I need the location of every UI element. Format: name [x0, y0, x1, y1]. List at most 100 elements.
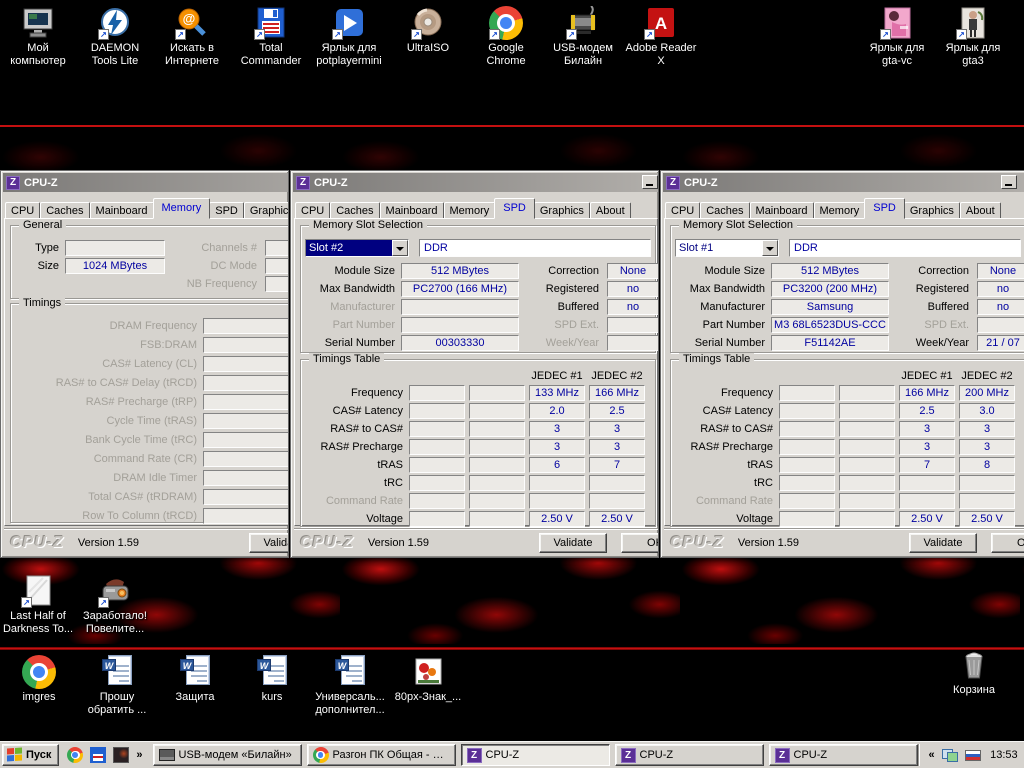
tab-spd[interactable]: SPD: [494, 198, 535, 219]
tab-mainboard[interactable]: Mainboard: [90, 202, 154, 219]
chevron-down-icon[interactable]: [392, 240, 408, 256]
tab-spd[interactable]: SPD: [209, 202, 244, 219]
slot-select-dropdown[interactable]: Slot #1: [675, 239, 779, 257]
word-document-icon: W: [100, 655, 134, 689]
desktop-icon-last-half-of-darkness[interactable]: ↗ Last Half of Darkness To...: [0, 574, 76, 636]
image-file-icon: [411, 655, 445, 689]
channels-label: Channels #: [171, 242, 257, 254]
taskbar-button-usb-modem[interactable]: USB-модем «Билайн»: [153, 744, 302, 766]
group-label: Memory Slot Selection: [679, 219, 797, 231]
desktop-icon-google-chrome[interactable]: ↗ Google Chrome: [468, 6, 544, 68]
tab-memory[interactable]: Memory: [153, 198, 211, 219]
minimize-button[interactable]: [1001, 175, 1017, 189]
quicklaunch-chrome-icon[interactable]: [67, 747, 83, 763]
tab-about[interactable]: About: [960, 202, 1001, 219]
tab-mainboard[interactable]: Mainboard: [750, 202, 814, 219]
chrome-icon: ↗: [489, 6, 523, 40]
timing-field: [203, 394, 289, 410]
desktop-icon-80px-znak[interactable]: 80px-Знак_...: [390, 655, 466, 704]
timing-field: [203, 489, 289, 505]
tab-mainboard[interactable]: Mainboard: [380, 202, 444, 219]
desktop-icon-usb-modem[interactable]: ↗ USB-модем Билайн: [545, 6, 621, 68]
search-internet-icon: @ ↗: [175, 6, 209, 40]
desktop-icon-universalnyi[interactable]: W Универсаль... дополнител...: [312, 655, 388, 717]
window-title: CPU-Z: [684, 177, 718, 189]
titlebar[interactable]: Z CPU-Z: [293, 173, 659, 192]
part-number-field: M3 68L6523DUS-CCC: [771, 317, 889, 333]
task-buttons: USB-модем «Билайн» Разгон ПК Общая - Go.…: [153, 744, 918, 766]
tab-bar: CPU Caches Mainboard Memory SPD Graphics: [5, 200, 289, 219]
tab-caches[interactable]: Caches: [700, 202, 749, 219]
timings-group: Timings DRAM Frequency FSB:DRAM CAS# Lat…: [10, 303, 289, 523]
desktop-icon-my-computer[interactable]: Мой компьютер: [0, 6, 76, 68]
desktop-icon-gta3[interactable]: ↗ Ярлык для gta3: [935, 6, 1011, 68]
part-number-field: [401, 317, 519, 333]
version-text: Version 1.59: [78, 537, 139, 549]
tab-memory[interactable]: Memory: [814, 202, 866, 219]
ok-button[interactable]: OK: [621, 533, 659, 553]
cpuz-app-icon: Z: [666, 176, 680, 190]
total-commander-icon: ↗: [254, 6, 288, 40]
taskbar-clock: 13:53: [988, 749, 1018, 761]
taskbar-button-cpuz-3[interactable]: Z CPU-Z: [769, 744, 918, 766]
language-indicator-ru-flag[interactable]: [965, 750, 981, 761]
tab-spd[interactable]: SPD: [864, 198, 905, 219]
desktop-icon-total-commander[interactable]: ↗ Total Commander: [233, 6, 309, 68]
desktop-icon-daemon-tools[interactable]: ↗ DAEMON Tools Lite: [77, 6, 153, 68]
start-button[interactable]: Пуск: [2, 744, 59, 766]
desktop-icon-search-internet[interactable]: @ ↗ Искать в Интернете: [154, 6, 230, 68]
desktop-icon-kurs[interactable]: W kurs: [234, 655, 310, 704]
tab-graphics[interactable]: Graphics: [904, 202, 960, 219]
slot-select-dropdown[interactable]: Slot #2: [305, 239, 409, 257]
tab-cpu[interactable]: CPU: [665, 202, 700, 219]
quicklaunch-image-icon[interactable]: [113, 747, 129, 763]
chrome-icon: [313, 747, 329, 763]
validate-button[interactable]: Validate: [249, 533, 289, 553]
desktop-icon-imgres[interactable]: imgres: [1, 655, 77, 704]
buffered-field: no: [977, 299, 1024, 315]
chevron-down-icon[interactable]: [762, 240, 778, 256]
tray-collapse-chevron[interactable]: «: [929, 749, 935, 761]
window-footer: CPU-Z Version 1.59 Validate OK: [664, 528, 1024, 556]
max-bandwidth-field: PC3200 (200 MHz): [771, 281, 889, 297]
desktop-icon-adobe-reader[interactable]: A ↗ Adobe Reader X: [623, 6, 699, 68]
quicklaunch-total-commander-icon[interactable]: [90, 747, 106, 763]
timings-table-group: Timings Table JEDEC #1JEDEC #2 Frequency…: [670, 359, 1024, 527]
daemon-tools-icon: ↗: [98, 6, 132, 40]
recycle-bin-icon: [957, 648, 991, 682]
ok-button[interactable]: OK: [991, 533, 1024, 553]
desktop-icon-recycle-bin[interactable]: Корзина: [936, 648, 1012, 697]
desktop-icon-gta-vc[interactable]: ↗ Ярлык для gta-vc: [859, 6, 935, 68]
tab-cpu[interactable]: CPU: [295, 202, 330, 219]
tab-bar: CPU Caches Mainboard Memory SPD Graphics…: [295, 200, 631, 219]
cpuz-app-icon: Z: [621, 748, 636, 763]
desktop-icon-zarabotalo[interactable]: ↗ Заработало! Повелите...: [77, 574, 153, 636]
tab-caches[interactable]: Caches: [330, 202, 379, 219]
max-bandwidth-field: PC2700 (166 MHz): [401, 281, 519, 297]
minimize-button[interactable]: [642, 175, 658, 189]
timing-field: [203, 451, 289, 467]
network-icon[interactable]: [942, 749, 958, 762]
desktop-icon-zashchita[interactable]: W Защита: [157, 655, 233, 704]
desktop-icon-potplayer[interactable]: ↗ Ярлык для potplayermini: [311, 6, 387, 68]
titlebar[interactable]: Z CPU-Z: [663, 173, 1024, 192]
validate-button[interactable]: Validate: [539, 533, 607, 553]
taskbar-button-cpuz-2[interactable]: Z CPU-Z: [615, 744, 764, 766]
tab-graphics[interactable]: Graphics: [244, 202, 289, 219]
taskbar-button-browser[interactable]: Разгон ПК Общая - Go...: [307, 744, 456, 766]
timing-field: [203, 337, 289, 353]
version-text: Version 1.59: [738, 537, 799, 549]
tab-graphics[interactable]: Graphics: [534, 202, 590, 219]
taskbar-button-cpuz-1[interactable]: Z CPU-Z: [461, 744, 610, 766]
tab-cpu[interactable]: CPU: [5, 202, 40, 219]
tab-caches[interactable]: Caches: [40, 202, 89, 219]
file-page-icon: ↗: [21, 574, 55, 608]
validate-button[interactable]: Validate: [909, 533, 977, 553]
group-label: Timings Table: [309, 353, 384, 365]
titlebar[interactable]: Z CPU-Z: [3, 173, 289, 192]
tab-memory[interactable]: Memory: [444, 202, 496, 219]
tab-about[interactable]: About: [590, 202, 631, 219]
quicklaunch-overflow-chevron[interactable]: »: [136, 749, 142, 761]
desktop-icon-proshu-obratit[interactable]: W Прошу обратить ...: [79, 655, 155, 717]
desktop-icon-ultraiso[interactable]: ↗ UltraISO: [390, 6, 466, 55]
